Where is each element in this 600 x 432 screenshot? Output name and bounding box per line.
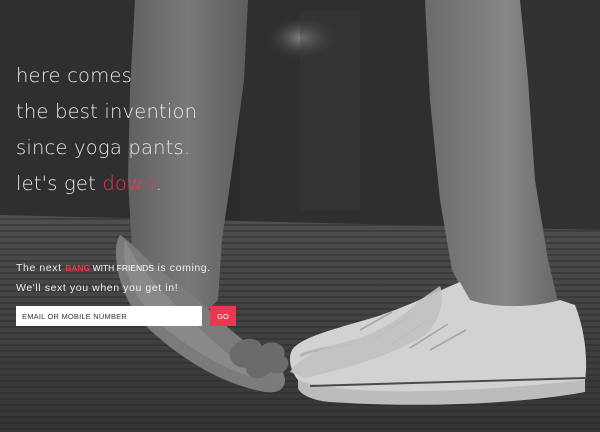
headline-line-3: since yoga pants. (16, 136, 191, 159)
headline-line-4: let's get down. (16, 166, 197, 202)
go-button[interactable]: GO (210, 306, 236, 326)
headline-line-2: the best invention (16, 100, 198, 123)
email-or-mobile-input[interactable] (16, 306, 202, 326)
tagline-line-2: We'll sext you when you get in! (16, 282, 179, 294)
headline-line-1: here comes (16, 64, 132, 87)
signup-form: GO (16, 306, 236, 326)
brand-name-rest: WITH FRIENDS (92, 263, 154, 273)
tagline: The next BANG WITH FRIENDS is coming. We… (16, 258, 211, 298)
hero-section: here comes the best invention since yoga… (0, 0, 600, 432)
hero-headline: here comes the best invention since yoga… (16, 58, 197, 202)
tagline-line-1: The next BANG WITH FRIENDS is coming. (16, 258, 211, 278)
headline-accent-word: down (102, 172, 156, 195)
headline-line-4-prefix: let's get (16, 172, 103, 195)
tagline-prefix: The next (16, 262, 66, 274)
headline-line-4-suffix: . (155, 172, 163, 195)
brand-name: BANG WITH FRIENDS (65, 263, 154, 273)
tagline-suffix: is coming. (153, 262, 211, 274)
brand-name-bold: BANG (65, 263, 91, 273)
